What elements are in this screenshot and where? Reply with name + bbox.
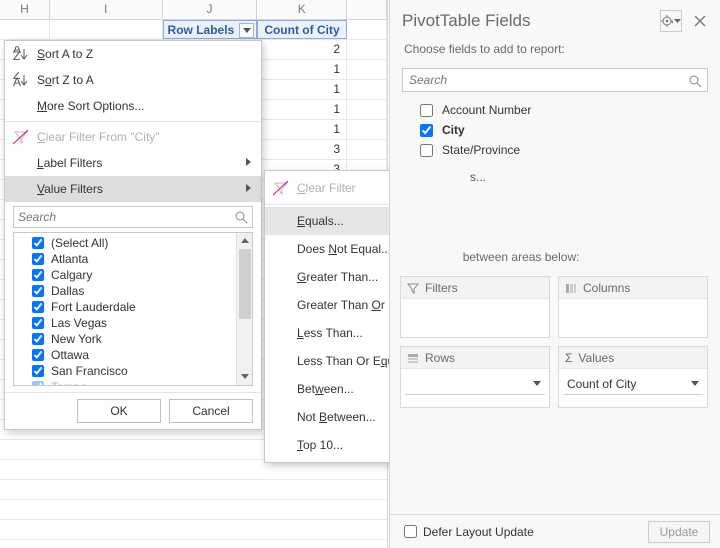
close-icon: [695, 16, 706, 27]
chevron-right-icon: [246, 158, 251, 166]
filter-item[interactable]: Calgary: [18, 267, 232, 283]
col-header-k[interactable]: K: [257, 0, 347, 19]
clear-filter-from: Clear Filter From "City": [5, 124, 261, 150]
filter-item[interactable]: Las Vegas: [18, 315, 232, 331]
svg-text:Z: Z: [13, 49, 20, 62]
more-sort-options[interactable]: More Sort Options...: [5, 93, 261, 119]
filters-area[interactable]: Filters: [400, 276, 550, 338]
pivot-value[interactable]: 1: [257, 100, 347, 119]
rows-drop-field[interactable]: City: [405, 373, 545, 395]
chevron-right-icon: [246, 184, 251, 192]
dropdown-icon: [691, 381, 699, 386]
values-area[interactable]: ΣValues Count of City: [558, 346, 708, 408]
filter-item[interactable]: Fort Lauderdale: [18, 299, 232, 315]
pivot-header-row: Row Labels Count of City: [0, 20, 387, 40]
filter-item-select-all[interactable]: (Select All): [18, 235, 232, 251]
scroll-down-icon[interactable]: [237, 369, 253, 385]
values-drop-field[interactable]: Count of City: [563, 373, 703, 395]
pivot-row-labels-text: Row Labels: [168, 23, 235, 37]
filter-item[interactable]: New York: [18, 331, 232, 347]
more-fields-truncated[interactable]: s...: [390, 170, 720, 184]
drag-fields-label: Drag fields between areas below:: [390, 244, 720, 270]
column-headers: H I J K: [0, 0, 387, 20]
areas-grid: Filters Columns Rows City ΣValues Count …: [390, 270, 720, 414]
svg-text:A: A: [13, 75, 21, 88]
cancel-button[interactable]: Cancel: [169, 399, 253, 423]
filter-search[interactable]: [13, 206, 253, 228]
filter-item[interactable]: Tampa: [18, 379, 232, 385]
filter-item[interactable]: San Francisco: [18, 363, 232, 379]
field-state-province[interactable]: State/Province: [416, 140, 708, 160]
label-filters[interactable]: Label Filters: [5, 150, 261, 176]
dropdown-icon: [243, 28, 251, 33]
pivot-value[interactable]: 1: [257, 60, 347, 79]
value-filters[interactable]: Value Filters: [5, 176, 261, 202]
filter-search-input[interactable]: [14, 207, 230, 227]
scroll-thumb[interactable]: [239, 249, 251, 319]
rows-icon: [407, 352, 419, 364]
search-icon: [687, 73, 703, 89]
filter-item[interactable]: Dallas: [18, 283, 232, 299]
search-icon: [233, 209, 249, 225]
filter-item[interactable]: Atlanta: [18, 251, 232, 267]
pivot-row-labels-cell[interactable]: Row Labels: [163, 20, 258, 39]
pane-search[interactable]: [402, 68, 708, 92]
pane-search-input[interactable]: [403, 69, 683, 91]
field-city[interactable]: City: [416, 120, 708, 140]
close-pane-button[interactable]: [692, 13, 708, 29]
filter-icon: [407, 282, 419, 294]
col-header-j[interactable]: J: [163, 0, 258, 19]
pivot-count-head-cell[interactable]: Count of City: [257, 20, 347, 39]
columns-area[interactable]: Columns: [558, 276, 708, 338]
filter-item-list: (Select All) Atlanta Calgary Dallas Fort…: [13, 232, 253, 386]
row-labels-dropdown-button[interactable]: [239, 23, 254, 38]
clear-filter-icon: [13, 129, 29, 145]
pivot-value[interactable]: 1: [257, 120, 347, 139]
sort-z-a[interactable]: ZA Sort Z to A: [5, 67, 261, 93]
separator: [5, 121, 261, 122]
pivot-value[interactable]: 1: [257, 80, 347, 99]
field-list: Account Number City State/Province: [416, 100, 708, 160]
col-header-blank: [347, 0, 387, 19]
update-button[interactable]: Update: [648, 521, 710, 543]
sort-a-z[interactable]: AZ Sort A to Z: [5, 41, 261, 67]
col-header-i[interactable]: I: [50, 0, 163, 19]
sort-az-icon: AZ: [13, 46, 29, 62]
defer-layout-checkbox[interactable]: [404, 525, 417, 538]
dropdown-icon: [533, 381, 541, 386]
pane-title: PivotTable Fields: [402, 11, 654, 31]
pivot-value[interactable]: 3: [257, 140, 347, 159]
filter-scrollbar[interactable]: [236, 233, 252, 385]
defer-layout-label: Defer Layout Update: [423, 525, 534, 539]
field-account-number[interactable]: Account Number: [416, 100, 708, 120]
pivottable-fields-pane: PivotTable Fields Choose fields to add t…: [389, 0, 720, 548]
ok-button[interactable]: OK: [77, 399, 161, 423]
rows-area[interactable]: Rows City: [400, 346, 550, 408]
filter-item[interactable]: Ottawa: [18, 347, 232, 363]
clear-filter-icon: [273, 180, 289, 196]
choose-fields-label: Choose fields to add to report:: [390, 38, 720, 60]
pane-footer: Defer Layout Update Update: [390, 514, 720, 548]
sigma-icon: Σ: [565, 351, 572, 365]
filter-menu: AZ Sort A to Z ZA Sort Z to A More Sort …: [4, 40, 262, 430]
gear-icon: [661, 14, 673, 28]
fields-options-button[interactable]: [660, 10, 682, 32]
pivot-value[interactable]: 2: [257, 40, 347, 59]
col-header-h[interactable]: H: [0, 0, 50, 19]
columns-icon: [565, 282, 577, 294]
scroll-up-icon[interactable]: [237, 233, 253, 249]
sort-za-icon: ZA: [13, 72, 29, 88]
